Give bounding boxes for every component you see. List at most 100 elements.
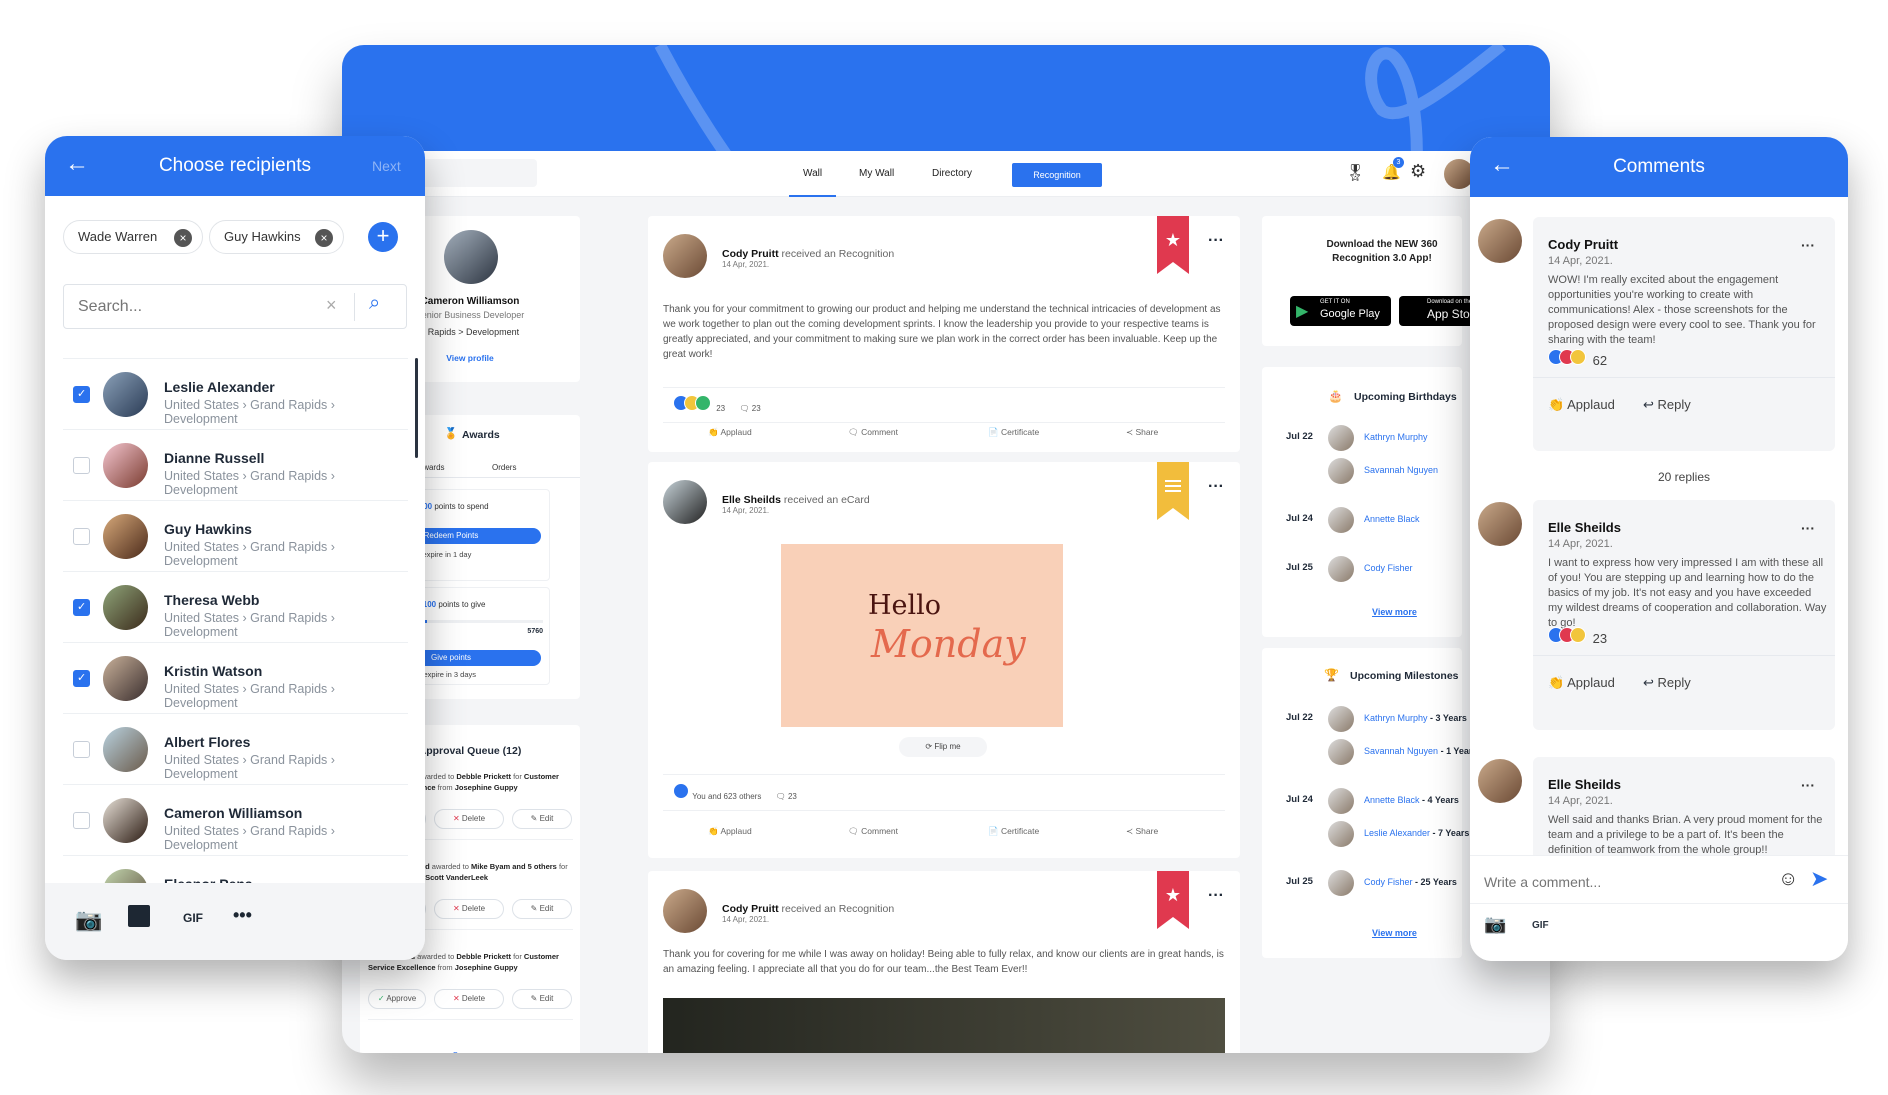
post-author[interactable]: Elle Sheilds [722, 494, 781, 506]
recipient-row[interactable]: Theresa Webb United States › Grand Rapids… [63, 571, 408, 642]
birthday-person-link[interactable]: Savannah Nguyen [1364, 465, 1438, 475]
comment-reactions[interactable]: 23 [1548, 627, 1607, 646]
emoji-icon[interactable]: ☺ [1778, 868, 1798, 891]
comment-reply-button[interactable]: ↩ Reply [1643, 675, 1691, 691]
recipient-checkbox[interactable] [73, 741, 90, 758]
google-play-button[interactable]: ▶ GET IT ON Google Play [1290, 296, 1391, 326]
reaction-summary[interactable]: You and 623 others 🗨 23 [673, 783, 797, 801]
share-button[interactable]: ≺ Share [1126, 826, 1158, 837]
applaud-button[interactable]: 👏 Applaud [708, 427, 752, 438]
recipient-checkbox[interactable] [73, 528, 90, 545]
edit-button[interactable]: ✎ Edit [512, 989, 572, 1009]
tab-my-wall[interactable]: My Wall [859, 151, 894, 197]
flip-me-button[interactable]: ⟳ Flip me [899, 737, 987, 757]
recipient-row[interactable]: Cameron Williamson United States › Grand … [63, 784, 408, 855]
recipient-row[interactable]: Dianne Russell United States › Grand Rapi… [63, 429, 408, 500]
share-button[interactable]: ≺ Share [1126, 427, 1158, 438]
edit-button[interactable]: ✎ Edit [512, 899, 572, 919]
approve-button[interactable]: ✓ Approve [368, 989, 426, 1009]
comments-header: ← Comments [1470, 137, 1848, 197]
tab-orders[interactable]: Orders [492, 463, 516, 472]
milestone-person-link[interactable]: Kathryn Murphy [1364, 713, 1428, 723]
comment-bubble: Elle Sheilds 14 Apr, 2021. ··· I want to ex… [1533, 500, 1835, 730]
more-options-icon[interactable]: ••• [233, 905, 252, 926]
comment-button[interactable]: 🗨 Comment [848, 427, 898, 438]
remove-chip-icon[interactable]: × [315, 229, 333, 247]
comment-reactions[interactable]: 62 [1548, 349, 1607, 368]
recognition-button[interactable]: Recognition [1012, 163, 1102, 187]
birthday-person-link[interactable]: Cody Fisher [1364, 563, 1413, 573]
see-more-link[interactable]: See more [360, 1051, 580, 1053]
awards-medal-icon[interactable]: 🎖 [1345, 163, 1365, 183]
tab-wall[interactable]: Wall [788, 151, 837, 197]
comment-author[interactable]: Cody Pruitt [1548, 237, 1618, 252]
milestone-person-link[interactable]: Leslie Alexander [1364, 828, 1430, 838]
applaud-button[interactable]: 👏 Applaud [708, 826, 752, 837]
reaction-summary[interactable]: 23 🗨 23 [673, 395, 761, 413]
recipient-checkbox[interactable] [73, 812, 90, 829]
delete-button[interactable]: ✕ Delete [434, 989, 504, 1009]
search-icon[interactable]: ⌕ [369, 292, 380, 315]
recipient-checkbox[interactable] [73, 386, 90, 403]
recipient-location: United States › Grand Rapids › Developme… [164, 611, 335, 639]
certificate-button[interactable]: 📄 Certificate [988, 427, 1039, 438]
gear-icon[interactable]: ⚙ [1410, 161, 1426, 182]
comment-more-icon[interactable]: ··· [1801, 777, 1815, 793]
image-icon[interactable] [128, 905, 150, 927]
gif-button[interactable]: GIF [183, 911, 203, 925]
send-icon[interactable]: ➤ [1810, 866, 1828, 892]
search-input[interactable] [78, 295, 298, 319]
edit-button[interactable]: ✎ Edit [512, 809, 572, 829]
tab-directory[interactable]: Directory [932, 151, 972, 197]
recipient-checkbox[interactable] [73, 599, 90, 616]
post-more-icon[interactable]: ··· [1208, 478, 1224, 496]
milestone-person-link[interactable]: Savannah Nguyen [1364, 746, 1438, 756]
comment-button[interactable]: 🗨 Comment [848, 826, 898, 837]
comment-author[interactable]: Elle Sheilds [1548, 520, 1621, 535]
recipient-row[interactable]: Kristin Watson United States › Grand Rapi… [63, 642, 408, 713]
cake-icon: 🎂 [1328, 389, 1343, 403]
birthday-person-link[interactable]: Annette Black [1364, 514, 1420, 524]
milestone-person-link[interactable]: Annette Black [1364, 795, 1420, 805]
milestones-view-more[interactable]: View more [1372, 928, 1417, 938]
recipient-row[interactable]: Guy Hawkins United States › Grand Rapids … [63, 500, 408, 571]
view-replies-link[interactable]: 20 replies [1533, 470, 1835, 484]
post-author[interactable]: Cody Pruitt [722, 248, 779, 260]
birthday-person-link[interactable]: Kathryn Murphy [1364, 432, 1428, 442]
next-button[interactable]: Next [372, 158, 401, 174]
recipient-row[interactable]: Eleanor PenaUnited States › Grand Rapids… [63, 855, 408, 883]
milestone-person-link[interactable]: Cody Fisher [1364, 877, 1413, 887]
camera-icon[interactable]: 📷 [1484, 914, 1506, 935]
comment-applaud-button[interactable]: 👏 Applaud [1548, 397, 1615, 413]
post-more-icon[interactable]: ··· [1208, 887, 1224, 905]
recipient-row[interactable]: Leslie Alexander United States › Grand Ra… [63, 358, 408, 429]
add-recipient-button[interactable]: + [368, 222, 398, 252]
certificate-button[interactable]: 📄 Certificate [988, 826, 1039, 837]
post-image[interactable] [663, 998, 1225, 1053]
camera-icon[interactable]: 📷 [75, 907, 102, 933]
comment-input[interactable] [1484, 870, 1764, 894]
post-author[interactable]: Cody Pruitt [722, 903, 779, 915]
clear-search-icon[interactable]: × [326, 295, 337, 316]
birthdays-view-more[interactable]: View more [1372, 607, 1417, 617]
comment-applaud-button[interactable]: 👏 Applaud [1548, 675, 1615, 691]
delete-button[interactable]: ✕ Delete [434, 809, 504, 829]
recipient-avatar [103, 585, 148, 630]
recipient-checkbox[interactable] [73, 670, 90, 687]
comment-more-icon[interactable]: ··· [1801, 237, 1815, 253]
comment-reply-button[interactable]: ↩ Reply [1643, 397, 1691, 413]
post-more-icon[interactable]: ··· [1208, 232, 1224, 250]
comment-more-icon[interactable]: ··· [1801, 520, 1815, 536]
scrollbar[interactable] [415, 358, 418, 458]
gif-button[interactable]: GIF [1532, 920, 1549, 931]
comment-author[interactable]: Elle Sheilds [1548, 777, 1621, 792]
recipient-name: Leslie Alexander [164, 379, 275, 395]
delete-button[interactable]: ✕ Delete [434, 899, 504, 919]
recipient-row[interactable]: Albert Flores United States › Grand Rapid… [63, 713, 408, 784]
ecard-image[interactable]: Hello Monday [781, 544, 1063, 727]
comment-composer: ☺ ➤ 📷 GIF [1470, 855, 1848, 961]
give-max: 5760 [527, 628, 543, 635]
remove-chip-icon[interactable]: × [174, 229, 192, 247]
recipient-checkbox[interactable] [73, 457, 90, 474]
app-store-button[interactable]: Download on the App Store [1399, 296, 1479, 326]
